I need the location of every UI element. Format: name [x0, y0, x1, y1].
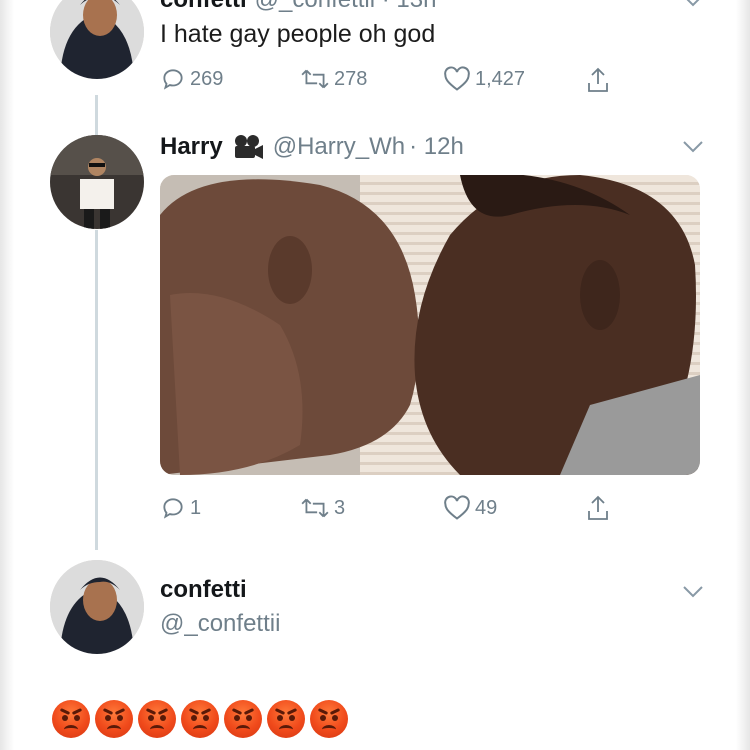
user-handle[interactable]: @_confettii [160, 610, 280, 638]
display-name[interactable]: confetti [160, 0, 247, 14]
angry-face-icon [52, 700, 90, 738]
tweet-image[interactable] [160, 175, 700, 475]
like-count: 1,427 [475, 67, 526, 90]
tweet-text: I hate gay people oh god [160, 20, 436, 48]
like-icon [444, 66, 470, 91]
reply-button[interactable]: 1 [160, 495, 201, 521]
retweet-icon [301, 69, 329, 89]
right-edge [736, 0, 750, 750]
chevron-down-icon[interactable] [682, 0, 704, 10]
like-icon [444, 495, 470, 520]
tweet1-header: confetti @_confettii · 13h [160, 0, 436, 14]
display-name[interactable]: Harry [160, 133, 223, 161]
reply-icon [163, 69, 183, 90]
angry-face-icon [224, 700, 262, 738]
chevron-down-icon[interactable] [682, 585, 704, 601]
retweet-count: 3 [334, 496, 346, 519]
like-count: 49 [475, 496, 498, 519]
thread-line [95, 230, 98, 550]
angry-face-icon [95, 700, 133, 738]
share-button[interactable] [586, 494, 614, 522]
angry-face-icon [267, 700, 305, 738]
reply-count: 269 [190, 67, 224, 90]
thread-line [95, 95, 98, 135]
angry-face-icon [138, 700, 176, 738]
chevron-down-icon[interactable] [682, 140, 704, 156]
handle-and-time: @_confettii · 13h [255, 0, 437, 14]
retweet-button[interactable]: 278 [300, 66, 367, 92]
reply-count: 1 [190, 496, 202, 519]
angry-face-icon [181, 700, 219, 738]
video-camera-icon [234, 135, 263, 159]
angry-face-icon [310, 700, 348, 738]
avatar[interactable] [50, 560, 144, 654]
share-button[interactable] [586, 66, 614, 94]
reply-icon [163, 498, 183, 519]
left-edge [0, 0, 14, 750]
like-button[interactable]: 49 [443, 495, 497, 521]
retweet-button[interactable]: 3 [300, 495, 345, 521]
display-name[interactable]: confetti [160, 576, 247, 604]
share-icon [588, 67, 608, 92]
retweet-count: 278 [334, 67, 368, 90]
user-handle[interactable]: @Harry_Wh [273, 133, 405, 161]
avatar[interactable] [50, 0, 144, 79]
tweet2-header: Harry @Harry_Wh · 12h [160, 133, 464, 161]
reply-button[interactable]: 269 [160, 66, 223, 92]
timestamp: · 12h [409, 133, 464, 160]
share-icon [588, 495, 608, 520]
avatar[interactable] [50, 135, 144, 229]
like-button[interactable]: 1,427 [443, 66, 525, 92]
retweet-icon [301, 498, 329, 518]
tweet3-header: confetti @_confettii [160, 576, 280, 638]
emoji-row [52, 700, 348, 738]
